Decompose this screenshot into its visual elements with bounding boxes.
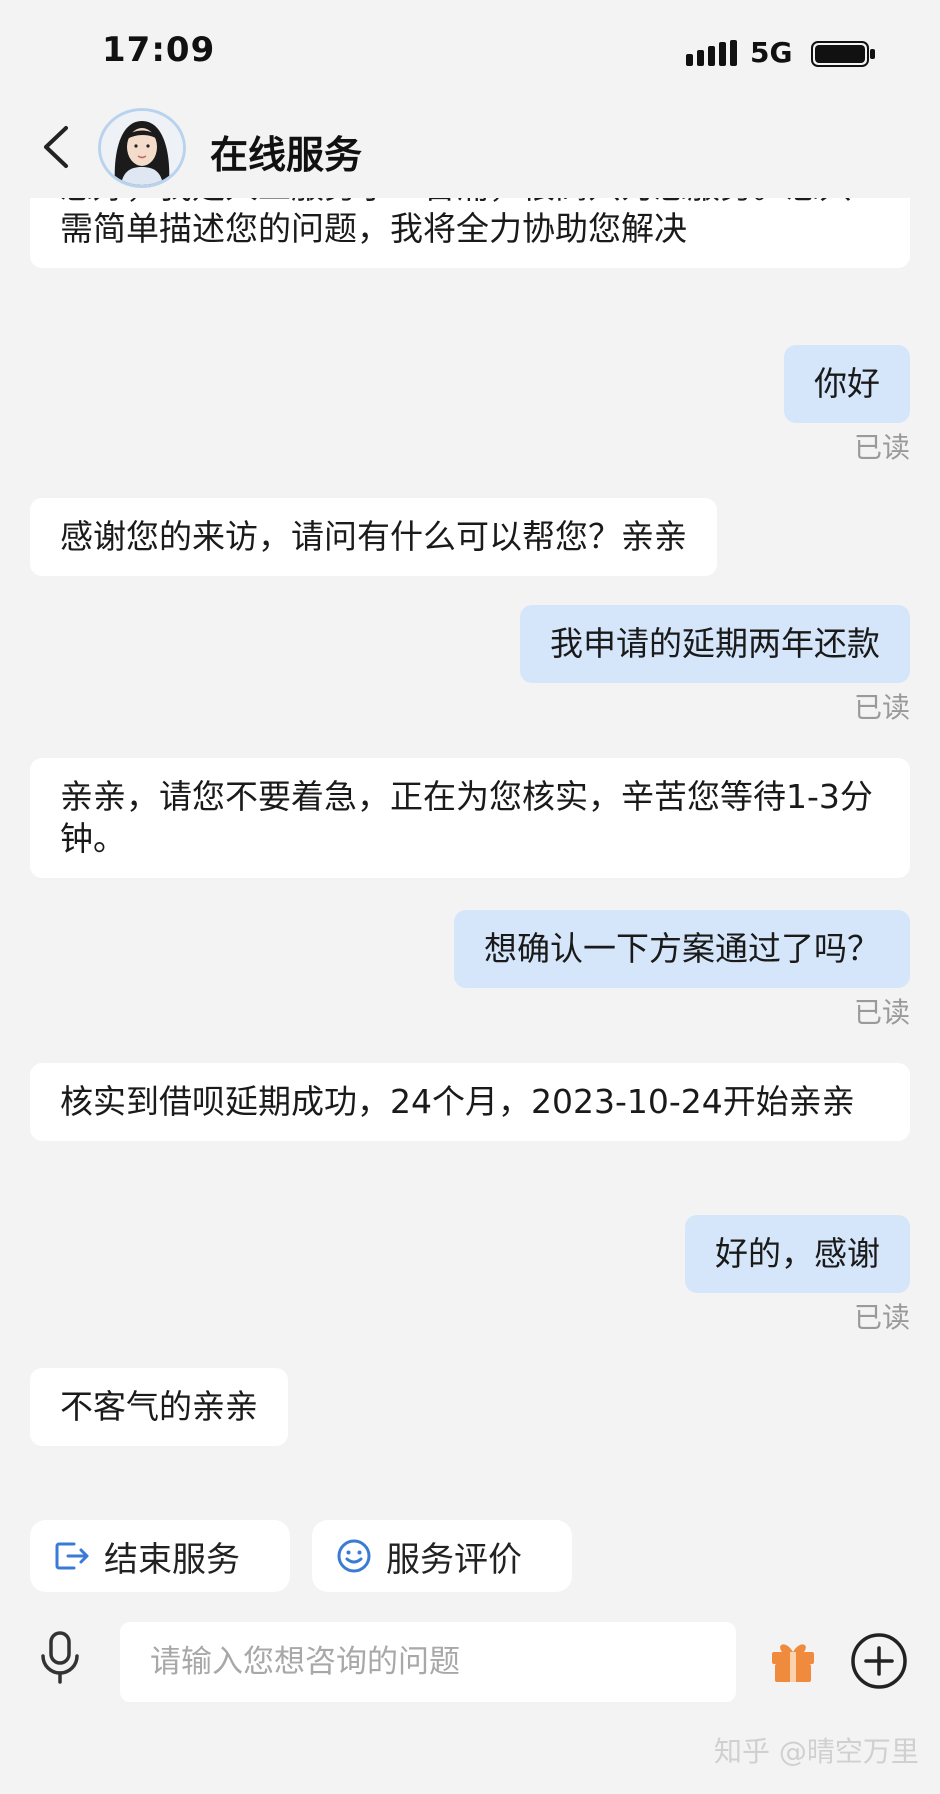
- battery-icon: [811, 41, 875, 67]
- status-bar: 17:09 5G: [0, 0, 940, 100]
- outgoing-message: 你好: [784, 345, 910, 423]
- signal-icon: [686, 40, 737, 66]
- plus-icon[interactable]: [850, 1632, 908, 1690]
- read-receipt: 已读: [853, 1301, 910, 1334]
- read-receipt: 已读: [853, 996, 910, 1029]
- message-input[interactable]: [120, 1622, 736, 1702]
- network-type: 5G: [750, 36, 793, 69]
- end-service-label: 结束服务: [104, 1539, 240, 1580]
- agent-avatar[interactable]: [98, 108, 186, 188]
- incoming-message: 亲亲，请您不要着急，正在为您核实，辛苦您等待1-3分钟。: [30, 758, 910, 878]
- page-title: 在线服务: [210, 133, 363, 177]
- incoming-message: 核实到借呗延期成功，24个月，2023-10-24开始亲亲: [30, 1063, 910, 1141]
- microphone-icon[interactable]: [38, 1630, 82, 1686]
- rate-service-button[interactable]: 服务评价: [312, 1520, 572, 1592]
- watermark: 知乎 @晴空万里: [714, 1735, 919, 1768]
- outgoing-message: 好的，感谢: [685, 1215, 910, 1293]
- gift-icon[interactable]: [768, 1636, 818, 1684]
- incoming-message: 不客气的亲亲: [30, 1368, 288, 1446]
- incoming-message: 感谢您的来访，请问有什么可以帮您？亲亲: [30, 498, 717, 576]
- outgoing-message: 想确认一下方案通过了吗？: [454, 910, 910, 988]
- read-receipt: 已读: [853, 431, 910, 464]
- message-list[interactable]: 您好，我是人工服务小二晋浦，很高兴为您服务。您只需简单描述您的问题，我将全力协助…: [0, 198, 940, 1498]
- chat-header: 在线服务: [0, 100, 940, 198]
- read-receipt: 已读: [853, 691, 910, 724]
- smiley-icon: [337, 1539, 371, 1573]
- incoming-message: 您好，我是人工服务小二晋浦，很高兴为您服务。您只需简单描述您的问题，我将全力协助…: [30, 198, 910, 268]
- exit-icon: [55, 1542, 89, 1570]
- back-arrow-icon[interactable]: [36, 122, 76, 172]
- end-service-button[interactable]: 结束服务: [30, 1520, 290, 1592]
- outgoing-message: 我申请的延期两年还款: [520, 605, 910, 683]
- rate-service-label: 服务评价: [386, 1539, 522, 1580]
- status-time: 17:09: [102, 30, 216, 70]
